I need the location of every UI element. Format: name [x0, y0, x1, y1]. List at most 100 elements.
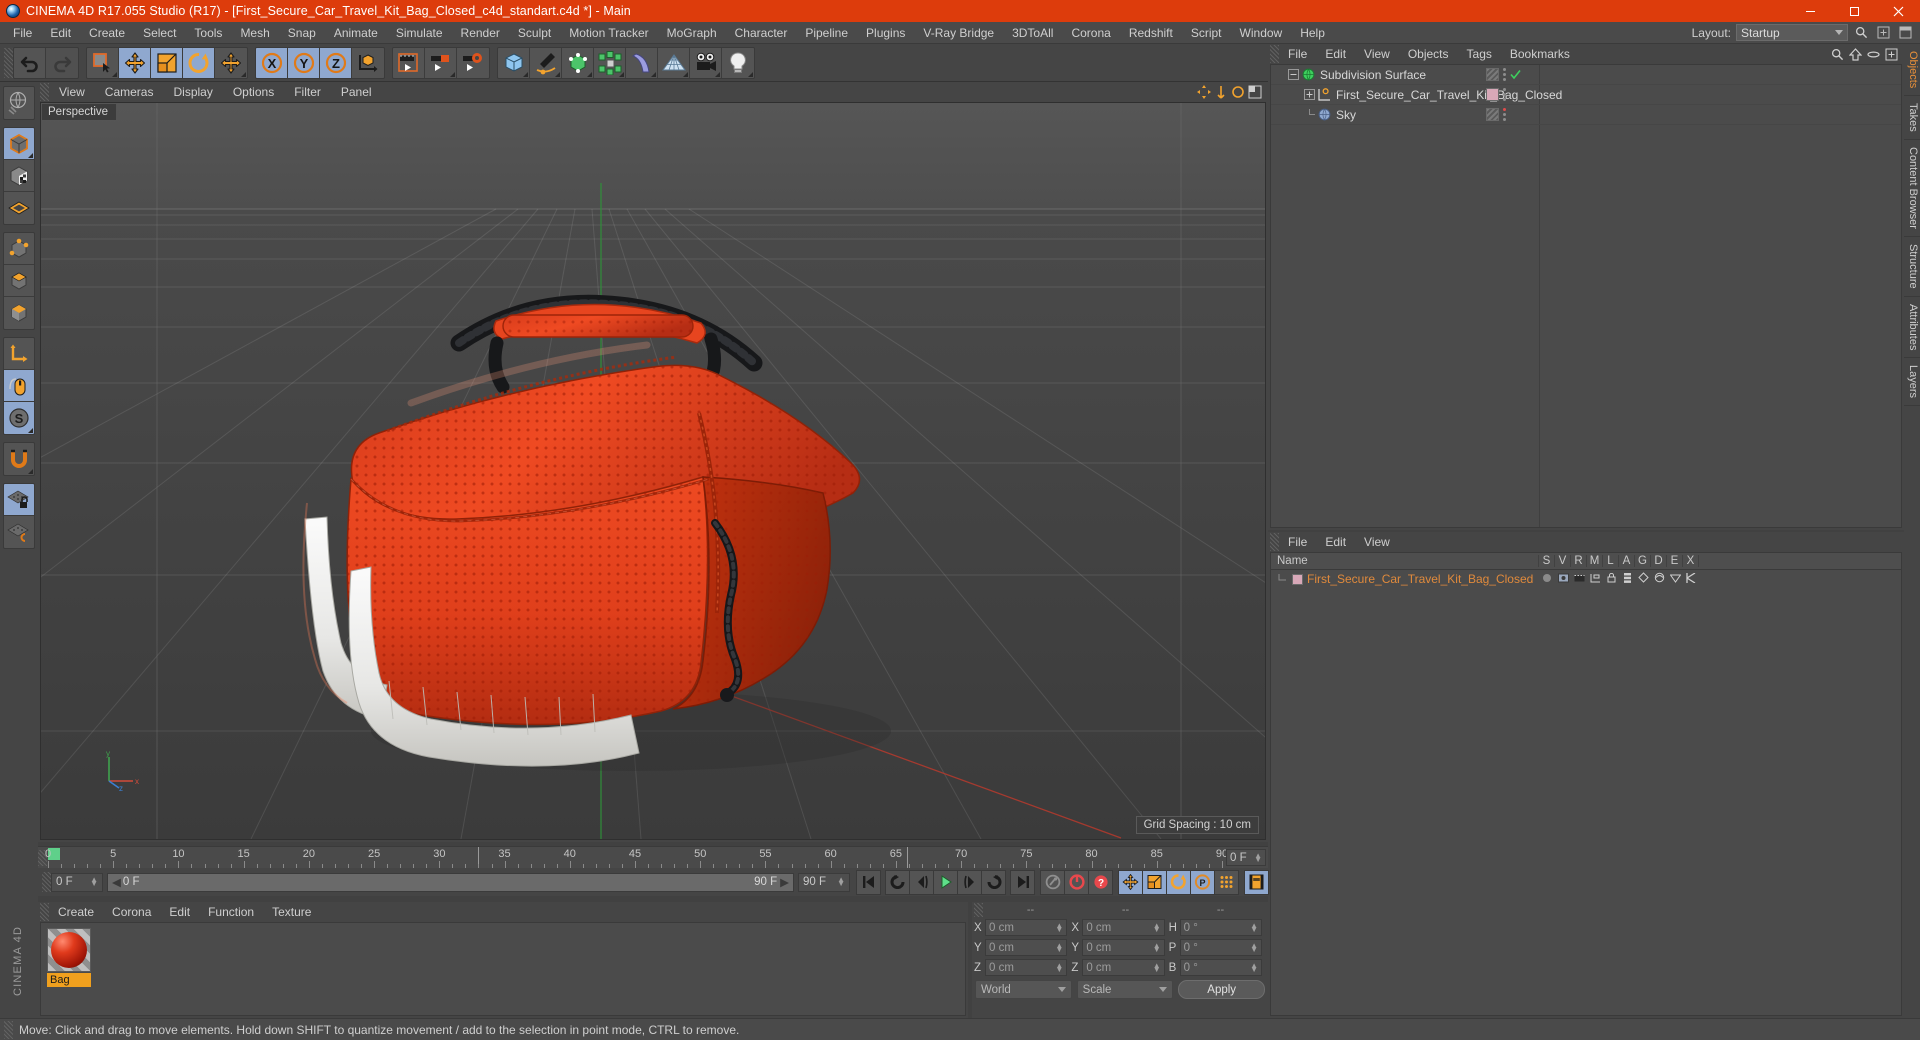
menu-mograph[interactable]: MoGraph [658, 22, 726, 44]
menu-corona[interactable]: Corona [1062, 22, 1119, 44]
layer-deformer-toggle[interactable] [1651, 572, 1667, 586]
viewport-menu-options[interactable]: Options [223, 82, 284, 102]
layout-dropdown[interactable]: Startup [1736, 24, 1848, 41]
spinner-icon[interactable]: ▲ ▼ [1055, 961, 1063, 973]
field-rotation-b[interactable]: 0 ° ▲ ▼ [1179, 959, 1262, 976]
layer-color-swatch[interactable] [1292, 573, 1303, 585]
current-frame-field[interactable]: 0 F ▲ ▼ [51, 872, 103, 892]
go-up-level-icon[interactable] [1849, 47, 1862, 61]
autokeying-button[interactable] [1040, 869, 1065, 895]
field-size-z[interactable]: 0 cm ▲ ▼ [1082, 959, 1165, 976]
step-back-button[interactable] [909, 869, 934, 895]
layer-list[interactable]: Name S V R M L A G D E X First_Secure_Ca… [1270, 552, 1902, 1016]
lock-x-axis-button[interactable]: X [256, 47, 288, 78]
field-rotation-p[interactable]: 0 ° ▲ ▼ [1179, 939, 1262, 956]
points-mode-button[interactable] [4, 233, 34, 265]
object-menu-file[interactable]: File [1279, 44, 1316, 64]
texture-mode-button[interactable] [4, 160, 34, 192]
statusbar-grip[interactable] [4, 1020, 13, 1039]
menu-sculpt[interactable]: Sculpt [509, 22, 560, 44]
menu-animate[interactable]: Animate [325, 22, 387, 44]
close-button[interactable] [1876, 0, 1920, 22]
coordinate-system-button[interactable] [352, 47, 384, 78]
workplane-lock-button[interactable] [4, 484, 34, 516]
viewport-canvas[interactable]: Perspective Grid Spacing: 10 cm y x z [40, 102, 1266, 840]
coordinate-system-dropdown[interactable]: World [975, 980, 1072, 999]
material-preview-thumbnail[interactable] [47, 928, 91, 972]
rewind-button[interactable] [885, 869, 910, 895]
redo-button[interactable] [46, 47, 78, 78]
spinner-icon[interactable]: ▲ ▼ [1055, 941, 1063, 953]
timeline-ruler[interactable]: 0 5 10 15 20 25 30 35 40 45 50 55 60 65 70 75 80 85 90 0 F… [38, 846, 1268, 868]
spinner-icon[interactable]: ▲ ▼ [837, 876, 845, 888]
layer-row[interactable]: First_Secure_Car_Travel_Kit_Bag_Closed [1271, 570, 1901, 588]
snap-settings-button[interactable]: S [4, 402, 34, 434]
polygon-mode-button[interactable] [4, 192, 34, 224]
timeline-frame-field[interactable]: 0 F ▲ ▼ [1226, 849, 1266, 866]
go-to-start-button[interactable] [856, 869, 881, 895]
edges-mode-button[interactable] [4, 265, 34, 297]
layer-generator-toggle[interactable] [1635, 572, 1651, 586]
menu-script[interactable]: Script [1182, 22, 1231, 44]
vtab-objects[interactable]: Objects [1904, 44, 1920, 97]
object-row-bag[interactable]: First_Secure_Car_Travel_Kit_Bag_Closed [1271, 85, 1901, 105]
enable-axis-modification-button[interactable] [4, 338, 34, 370]
viewport-menu-filter[interactable]: Filter [284, 82, 331, 102]
visibility-tag-icon[interactable] [1486, 68, 1499, 81]
object-menu-bookmarks[interactable]: Bookmarks [1501, 44, 1579, 64]
spinner-icon[interactable]: ▲ ▼ [1250, 941, 1258, 953]
menu-pipeline[interactable]: Pipeline [796, 22, 857, 44]
layer-manager-grip[interactable] [1270, 533, 1279, 551]
add-cube-button[interactable] [498, 47, 530, 78]
spinner-icon[interactable]: ▲ ▼ [1250, 921, 1258, 933]
object-menu-objects[interactable]: Objects [1399, 44, 1458, 64]
playbar-grip[interactable] [42, 872, 51, 892]
menu-character[interactable]: Character [726, 22, 797, 44]
rotate-tool[interactable] [183, 47, 215, 78]
layer-expression-toggle[interactable] [1667, 572, 1683, 586]
make-editable-button[interactable] [4, 87, 34, 119]
coordinates-grip[interactable] [974, 903, 983, 917]
end-frame-field[interactable]: 90 F ▲ ▼ [798, 872, 850, 892]
object-tree[interactable]: Subdivision Surface First_Secure_Car_Tra… [1270, 64, 1902, 528]
viewport-solo-button[interactable] [4, 370, 34, 402]
rotation-key-button[interactable] [1166, 869, 1191, 895]
menu-snap[interactable]: Snap [279, 22, 325, 44]
render-region-button[interactable] [425, 47, 457, 78]
object-tags-bag[interactable] [1486, 88, 1506, 101]
field-position-y[interactable]: 0 cm ▲ ▼ [985, 939, 1068, 956]
add-floor-button[interactable] [658, 47, 690, 78]
material-tag-icon[interactable] [1486, 88, 1499, 101]
toolbar-grip[interactable] [4, 47, 13, 78]
field-size-y[interactable]: 0 cm ▲ ▼ [1082, 939, 1165, 956]
menu-tools[interactable]: Tools [185, 22, 231, 44]
scale-tool[interactable] [151, 47, 183, 78]
live-selection-tool[interactable] [87, 47, 119, 78]
menu-mesh[interactable]: Mesh [231, 22, 278, 44]
apply-button[interactable]: Apply [1178, 980, 1266, 999]
viewport-menu-view[interactable]: View [49, 82, 95, 102]
lock-y-axis-button[interactable]: Y [288, 47, 320, 78]
undo-button[interactable] [14, 47, 46, 78]
viewport-grip[interactable] [40, 83, 49, 101]
layer-animation-toggle[interactable] [1619, 572, 1635, 586]
play-button[interactable] [933, 869, 958, 895]
lock-z-axis-button[interactable]: Z [320, 47, 352, 78]
vtab-content-browser[interactable]: Content Browser [1904, 140, 1920, 237]
material-name-label[interactable]: Bag [47, 973, 91, 987]
spinner-icon[interactable]: ▲ ▼ [1254, 851, 1262, 863]
object-row-sky[interactable]: Sky [1271, 105, 1901, 125]
menu-simulate[interactable]: Simulate [387, 22, 452, 44]
add-deformer-button[interactable] [626, 47, 658, 78]
position-key-button[interactable] [1118, 869, 1143, 895]
object-menu-edit[interactable]: Edit [1316, 44, 1355, 64]
move-all-tool[interactable] [215, 47, 247, 78]
layer-menu-view[interactable]: View [1355, 532, 1399, 552]
layer-solo-toggle[interactable] [1539, 572, 1555, 586]
keyframe-help-button[interactable]: ? [1088, 869, 1113, 895]
render-view-button[interactable] [393, 47, 425, 78]
menu-select[interactable]: Select [134, 22, 185, 44]
object-menu-view[interactable]: View [1355, 44, 1399, 64]
menu-render[interactable]: Render [452, 22, 509, 44]
menu-motion-tracker[interactable]: Motion Tracker [560, 22, 657, 44]
